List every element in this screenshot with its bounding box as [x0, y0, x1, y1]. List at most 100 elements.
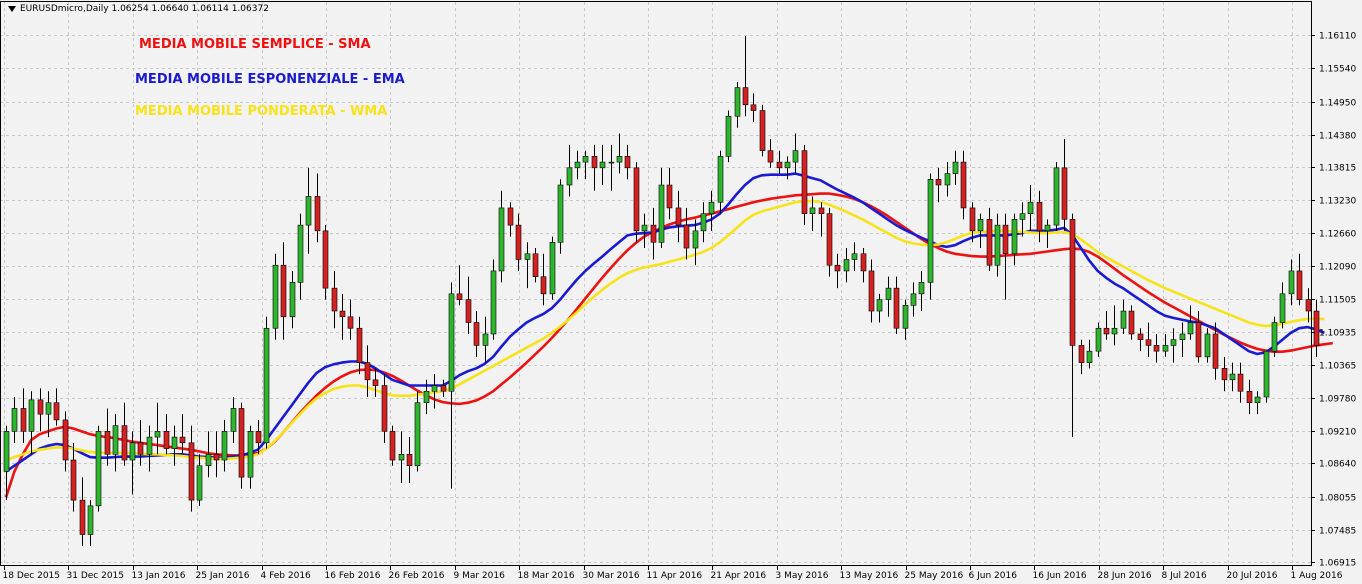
candle-body: [624, 156, 631, 169]
candle: [759, 104, 766, 157]
candle: [490, 259, 497, 340]
candle-body: [28, 399, 35, 432]
candle-body: [994, 224, 1001, 266]
candle-body: [927, 178, 934, 283]
candle-body: [759, 110, 766, 151]
candle-body: [818, 207, 825, 214]
candle-body: [977, 219, 984, 232]
candle-body: [255, 431, 262, 444]
x-tick-label: 31 Dec 2015: [67, 571, 125, 581]
candle-body: [1103, 327, 1110, 335]
y-tick-label: 1.10935: [1319, 329, 1356, 339]
y-tick-label: 1.08055: [1319, 494, 1356, 504]
candle-body: [700, 213, 707, 232]
candle-body: [398, 453, 405, 461]
candle-body: [280, 264, 287, 318]
candle-body: [305, 196, 312, 226]
candle-body: [532, 253, 539, 277]
candle-body: [692, 230, 699, 249]
x-tick-label: 6 Jun 2016: [969, 571, 1018, 581]
price-chart[interactable]: 1.16110 1.15540 1.14950 1.14380 1.13815 1.132…: [0, 0, 1362, 584]
candle-body: [1111, 327, 1118, 335]
x-tick-label: 20 Jul 2016: [1227, 571, 1278, 581]
candle-body: [750, 104, 757, 111]
dropdown-triangle-icon[interactable]: [8, 5, 16, 12]
x-tick-label: 1 Aug 2016: [1291, 571, 1343, 581]
candle-body: [1288, 270, 1295, 295]
candle: [414, 391, 421, 472]
x-tick-label: 11 Apr 2016: [647, 571, 703, 581]
candle-body: [507, 207, 514, 226]
candle-body: [1044, 224, 1051, 232]
candle: [95, 425, 102, 512]
symbol-header: EURUSDmicro,Daily 1.06254 1.06640 1.0611…: [8, 4, 269, 14]
candle: [633, 162, 640, 243]
x-tick-label: 13 Jan 2016: [132, 571, 186, 581]
candle-body: [608, 161, 615, 164]
candle-body: [616, 156, 623, 163]
candle-body: [297, 224, 304, 283]
candle-body: [213, 453, 220, 461]
candle-body: [666, 184, 673, 209]
candle-body: [104, 431, 111, 455]
candle-body: [868, 270, 875, 312]
candle-body: [876, 299, 883, 312]
candle-body: [826, 213, 833, 266]
candle-body: [641, 224, 648, 232]
candle-body: [776, 161, 783, 169]
candle-body: [406, 453, 413, 467]
candle-body: [725, 115, 732, 157]
candle-body: [196, 465, 203, 501]
candle-body: [230, 408, 237, 432]
candle-body: [1069, 219, 1076, 346]
y-tick-label: 1.10365: [1319, 362, 1356, 372]
candle-body: [1229, 373, 1236, 381]
candle-body: [322, 230, 329, 289]
candle-body: [1246, 390, 1253, 404]
candle: [272, 253, 279, 340]
candle: [557, 179, 564, 254]
candle-body: [1279, 293, 1286, 323]
candle-body: [1179, 333, 1186, 340]
candle-body: [549, 242, 556, 295]
y-tick-label: 1.07485: [1319, 527, 1356, 537]
chart-background: [0, 0, 1362, 584]
legend-sma: MEDIA MOBILE SEMPLICE - SMA: [139, 37, 371, 52]
candle-body: [263, 327, 270, 444]
candle-body: [515, 224, 522, 260]
candle: [801, 144, 808, 226]
candle-body: [129, 442, 136, 461]
candle-body: [440, 385, 447, 392]
candle-body: [843, 259, 850, 272]
candle-body: [364, 362, 371, 381]
candle-body: [146, 436, 153, 455]
y-tick-label: 1.09780: [1319, 395, 1356, 405]
candle-body: [1187, 322, 1194, 335]
candle-body: [969, 207, 976, 232]
candle-body: [784, 161, 791, 169]
candle: [238, 402, 245, 489]
candle-body: [599, 161, 606, 169]
x-tick-label: 21 Apr 2016: [711, 571, 767, 581]
candle-body: [389, 431, 396, 461]
symbol-ohlc-text: EURUSDmicro,Daily 1.06254 1.06640 1.0611…: [20, 4, 269, 14]
x-tick-label: 4 Feb 2016: [261, 571, 312, 581]
x-tick-label: 18 Dec 2015: [3, 571, 61, 581]
candle-body: [574, 161, 581, 169]
candle-body: [87, 505, 94, 535]
candle-body: [431, 385, 438, 392]
candle-body: [708, 201, 715, 214]
candle-body: [944, 173, 951, 186]
x-tick-label: 9 Mar 2016: [454, 571, 506, 581]
candle-body: [1011, 219, 1018, 255]
x-tick-label: 26 Feb 2016: [389, 571, 445, 581]
candle-body: [717, 156, 724, 203]
candle-body: [45, 402, 52, 415]
x-tick-label: 8 Jul 2016: [1162, 571, 1207, 581]
candle-body: [221, 431, 228, 461]
candle-body: [1263, 350, 1270, 398]
candle-body: [1086, 350, 1093, 363]
x-tick-label: 25 Jan 2016: [196, 571, 250, 581]
candle-body: [767, 150, 774, 163]
candle-body: [1078, 345, 1085, 363]
